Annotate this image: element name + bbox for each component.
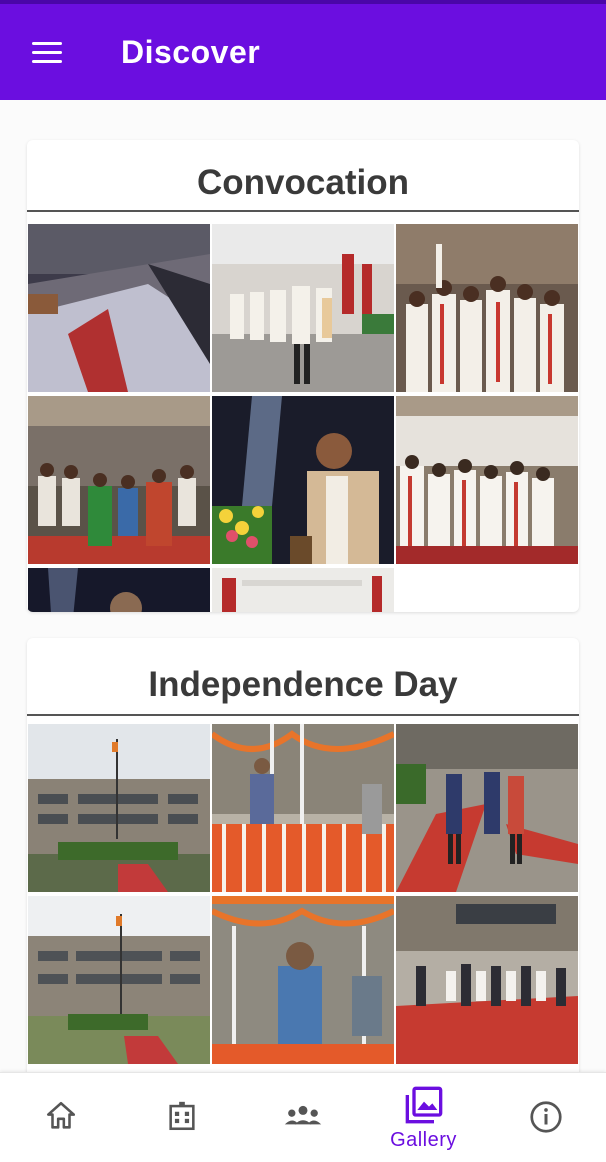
photo-tile-stage-partial[interactable] <box>28 568 210 612</box>
photo-tile-speaker-at-podium[interactable] <box>212 396 394 564</box>
people-icon <box>284 1105 321 1125</box>
hamburger-menu-icon[interactable] <box>26 34 68 70</box>
nav-people[interactable] <box>242 1073 363 1162</box>
nav-label-gallery: Gallery <box>390 1129 457 1151</box>
photo-tile-officials-red-carpet[interactable] <box>396 724 578 892</box>
section-card-independence-day: Independence Day <box>27 638 579 1072</box>
photo-tile-graduates-standing[interactable] <box>396 396 578 564</box>
photo-tile-building-flagpole[interactable] <box>28 896 210 1064</box>
photo-tile-auditorium-wide-view[interactable] <box>28 224 210 392</box>
section-card-convocation: Convocation <box>27 140 579 612</box>
page-title: Discover <box>121 34 261 70</box>
nav-campus[interactable] <box>121 1073 242 1162</box>
nav-about[interactable] <box>485 1073 606 1162</box>
photo-tile-graduates-procession[interactable] <box>212 224 394 392</box>
photo-tile-flag-hoisting-dais[interactable] <box>212 724 394 892</box>
gallery-icon <box>405 1086 442 1124</box>
photo-tile-audience-dignitaries[interactable] <box>28 396 210 564</box>
photo-tile-guard-of-honour[interactable] <box>396 896 578 1064</box>
photo-tile-hall-partial[interactable] <box>212 568 394 612</box>
home-icon <box>46 1101 75 1129</box>
photo-tile-graduates-celebrating[interactable] <box>396 224 578 392</box>
building-icon <box>168 1101 195 1131</box>
photo-tile-building-flag-courtyard[interactable] <box>28 724 210 892</box>
bottom-navigation: Gallery <box>0 1072 606 1162</box>
info-icon <box>529 1101 562 1133</box>
nav-gallery[interactable]: Gallery <box>363 1073 484 1162</box>
section-title: Convocation <box>27 140 579 212</box>
nav-home[interactable] <box>0 1073 121 1162</box>
section-title: Independence Day <box>27 638 579 716</box>
app-bar: Discover <box>0 0 606 100</box>
gallery-content[interactable]: Convocation Independence Day <box>0 100 606 1072</box>
photo-tile-speaker-microphone[interactable] <box>212 896 394 1064</box>
